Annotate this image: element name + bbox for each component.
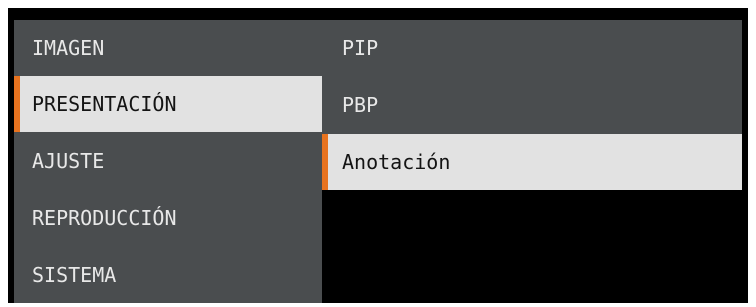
osd-menu-frame: IMAGEN PRESENTACIÓN AJUSTE REPRODUCCIÓN … — [8, 8, 748, 303]
submenu-item-anotacion[interactable]: Anotación — [322, 134, 742, 190]
category-menu: IMAGEN PRESENTACIÓN AJUSTE REPRODUCCIÓN … — [14, 20, 322, 303]
submenu-item-pbp[interactable]: PBP — [322, 77, 742, 133]
menu-item-imagen[interactable]: IMAGEN — [14, 20, 322, 76]
submenu-item-label: PIP — [342, 36, 379, 60]
menu-item-sistema[interactable]: SISTEMA — [14, 247, 322, 303]
empty-area — [322, 190, 742, 303]
menu-item-label: PRESENTACIÓN — [32, 92, 177, 116]
submenu-item-pip[interactable]: PIP — [322, 20, 742, 76]
menu-item-label: REPRODUCCIÓN — [32, 206, 177, 230]
menu-item-ajuste[interactable]: AJUSTE — [14, 133, 322, 189]
menu-item-label: AJUSTE — [32, 149, 105, 173]
submenu-item-label: Anotación — [342, 150, 451, 174]
submenu-item-label: PBP — [342, 93, 379, 117]
menu-item-label: SISTEMA — [32, 263, 117, 287]
menu-item-presentacion[interactable]: PRESENTACIÓN — [14, 76, 322, 132]
submenu: PIP PBP Anotación — [322, 20, 742, 190]
menu-item-reproduccion[interactable]: REPRODUCCIÓN — [14, 190, 322, 246]
menu-item-label: IMAGEN — [32, 36, 105, 60]
